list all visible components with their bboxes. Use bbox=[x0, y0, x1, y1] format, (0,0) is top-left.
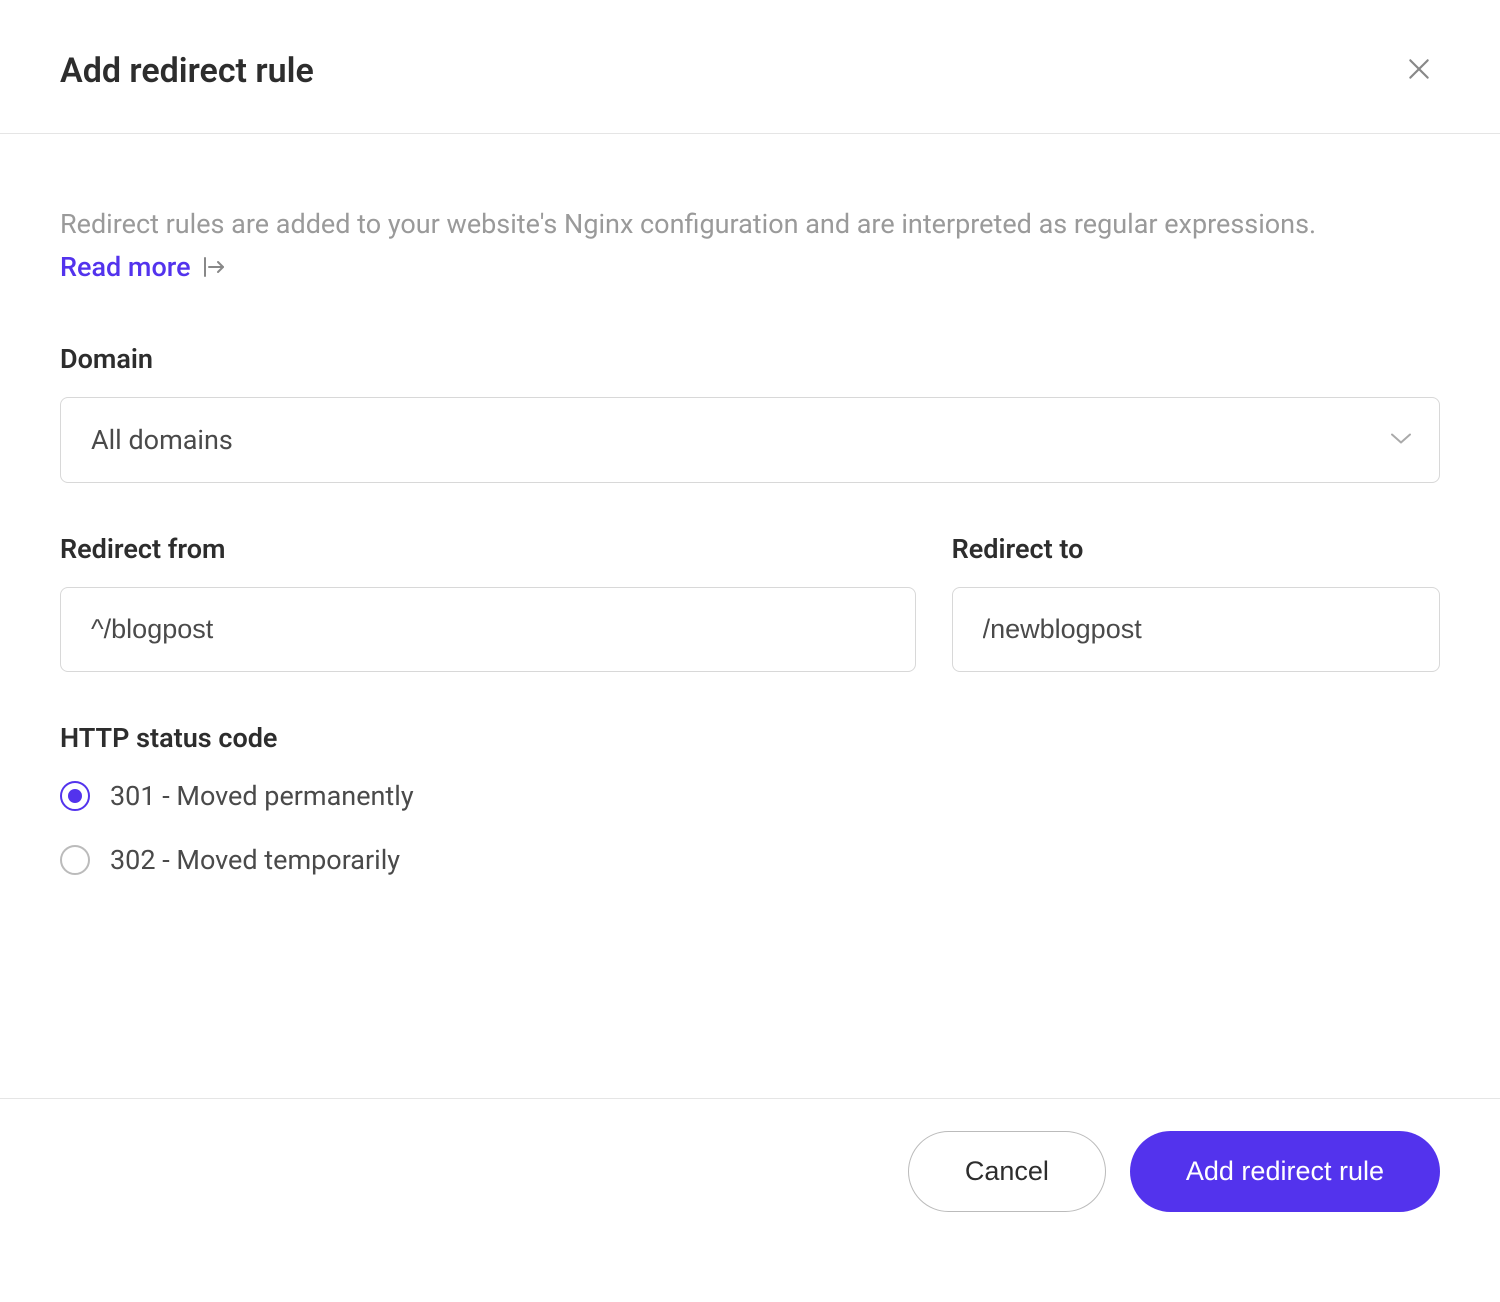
description-text: Redirect rules are added to your website… bbox=[60, 204, 1440, 245]
redirect-row: Redirect from Redirect to bbox=[60, 533, 1440, 672]
redirect-from-group: Redirect from bbox=[60, 533, 916, 672]
redirect-to-label: Redirect to bbox=[952, 533, 1440, 565]
domain-label: Domain bbox=[60, 343, 1440, 375]
domain-field-group: Domain All domains bbox=[60, 343, 1440, 483]
add-redirect-modal: Add redirect rule Redirect rules are add… bbox=[0, 0, 1500, 1302]
cancel-button[interactable]: Cancel bbox=[908, 1131, 1106, 1212]
radio-301-label: 301 - Moved permanently bbox=[110, 780, 414, 812]
close-icon bbox=[1406, 56, 1432, 85]
status-code-group: HTTP status code 301 - Moved permanently… bbox=[60, 722, 1440, 876]
status-code-radio-group: 301 - Moved permanently 302 - Moved temp… bbox=[60, 780, 1440, 876]
status-code-label: HTTP status code bbox=[60, 722, 1440, 754]
submit-button[interactable]: Add redirect rule bbox=[1130, 1131, 1440, 1212]
domain-select-wrapper: All domains bbox=[60, 397, 1440, 483]
modal-title: Add redirect rule bbox=[60, 51, 314, 91]
redirect-to-input[interactable] bbox=[952, 587, 1440, 672]
radio-302[interactable]: 302 - Moved temporarily bbox=[60, 844, 1440, 876]
redirect-from-input[interactable] bbox=[60, 587, 916, 672]
redirect-to-group: Redirect to bbox=[952, 533, 1440, 672]
read-more-label: Read more bbox=[60, 251, 191, 283]
modal-body: Redirect rules are added to your website… bbox=[0, 134, 1500, 1098]
redirect-from-label: Redirect from bbox=[60, 533, 916, 565]
radio-301[interactable]: 301 - Moved permanently bbox=[60, 780, 1440, 812]
radio-circle-icon bbox=[60, 781, 90, 811]
radio-302-label: 302 - Moved temporarily bbox=[110, 844, 400, 876]
modal-footer: Cancel Add redirect rule bbox=[0, 1098, 1500, 1302]
read-more-link[interactable]: Read more bbox=[60, 251, 227, 283]
radio-dot-icon bbox=[68, 789, 82, 803]
domain-select[interactable]: All domains bbox=[60, 397, 1440, 483]
external-link-icon bbox=[201, 256, 227, 278]
radio-circle-icon bbox=[60, 845, 90, 875]
close-button[interactable] bbox=[1398, 48, 1440, 93]
modal-header: Add redirect rule bbox=[0, 0, 1500, 134]
